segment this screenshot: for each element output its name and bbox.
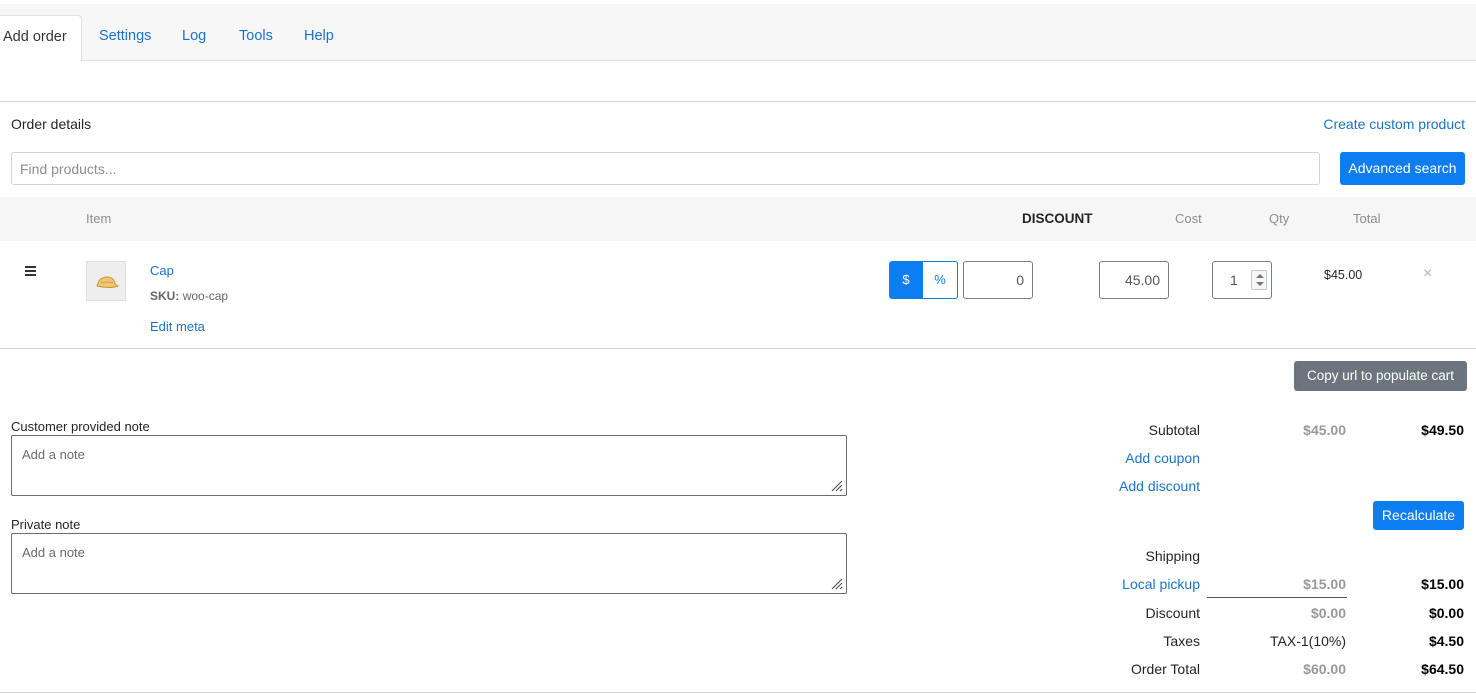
quantity-spinner-icon[interactable] [1251, 270, 1267, 290]
cap-image-icon [96, 276, 120, 288]
product-sku: SKU: woo-cap [150, 289, 228, 303]
tax-name: TAX-1(10%) [1270, 633, 1346, 649]
tab-add-order[interactable]: Add order [0, 15, 82, 62]
customer-note-field[interactable] [11, 435, 847, 496]
discount-type-percent-button[interactable]: % [922, 261, 958, 299]
customer-note-label: Customer provided note [11, 419, 150, 434]
drag-handle-icon[interactable] [25, 266, 36, 278]
header-cost: Cost [1175, 211, 1202, 226]
copy-url-button[interactable]: Copy url to populate cart [1294, 361, 1467, 391]
shipping-value: $15.00 [1421, 576, 1464, 592]
subtotal-value: $49.50 [1421, 422, 1464, 438]
resize-grip-icon[interactable] [829, 478, 843, 492]
taxes-value: $4.50 [1428, 633, 1464, 649]
order-total-value: $64.50 [1421, 661, 1464, 677]
items-table-header: Item DISCOUNT Cost Qty Total [0, 197, 1476, 241]
add-discount-link[interactable]: Add discount [1119, 478, 1200, 494]
resize-grip-icon[interactable] [829, 576, 843, 590]
header-discount: DISCOUNT [1022, 211, 1093, 226]
tab-tools[interactable]: Tools [239, 15, 273, 62]
line-total: $45.00 [1324, 268, 1363, 282]
product-name-link[interactable]: Cap [150, 263, 174, 278]
product-thumbnail [86, 261, 126, 301]
cost-input[interactable] [1099, 261, 1169, 299]
private-note-field[interactable] [11, 533, 847, 594]
tab-bar: Add order Settings Log Tools Help [0, 4, 1476, 62]
remove-item-icon[interactable]: × [1423, 265, 1432, 283]
add-coupon-link[interactable]: Add coupon [1125, 450, 1200, 466]
shipping-method-link[interactable]: Local pickup [1122, 576, 1200, 592]
order-total-label: Order Total [1131, 661, 1200, 677]
discount-value: $0.00 [1428, 605, 1464, 621]
discount-value-input[interactable] [963, 261, 1033, 299]
shipping-label: Shipping [1145, 548, 1201, 564]
private-note-label: Private note [11, 517, 81, 532]
header-item: Item [86, 211, 112, 226]
table-row: Cap SKU: woo-cap Edit meta $ % 1 $45.00 … [0, 241, 1476, 349]
edit-meta-link[interactable]: Edit meta [150, 319, 205, 334]
header-total: Total [1353, 211, 1381, 226]
sku-label: SKU: [150, 289, 180, 303]
order-details-title: Order details [11, 116, 92, 132]
order-total-original: $60.00 [1303, 661, 1346, 677]
shipping-original: $15.00 [1303, 576, 1346, 592]
section-divider [0, 101, 1476, 102]
discount-original: $0.00 [1310, 605, 1346, 621]
quantity-stepper[interactable]: 1 [1212, 261, 1272, 299]
header-qty: Qty [1269, 211, 1290, 226]
subtotal-label: Subtotal [1148, 422, 1200, 438]
bottom-divider [0, 692, 1476, 693]
advanced-search-button[interactable]: Advanced search [1340, 152, 1465, 185]
tab-help[interactable]: Help [304, 15, 334, 62]
recalculate-button[interactable]: Recalculate [1373, 501, 1464, 530]
taxes-label: Taxes [1163, 633, 1200, 649]
tab-log[interactable]: Log [182, 15, 206, 62]
subtotal-original: $45.00 [1303, 422, 1346, 438]
shipping-divider [1207, 597, 1347, 598]
tab-settings[interactable]: Settings [99, 15, 151, 62]
discount-label: Discount [1145, 605, 1200, 621]
create-custom-product-link[interactable]: Create custom product [1323, 116, 1465, 132]
discount-type-dollar-button[interactable]: $ [889, 261, 923, 299]
find-products-input[interactable] [11, 152, 1320, 185]
sku-value: woo-cap [182, 289, 229, 303]
quantity-value: 1 [1230, 272, 1238, 288]
